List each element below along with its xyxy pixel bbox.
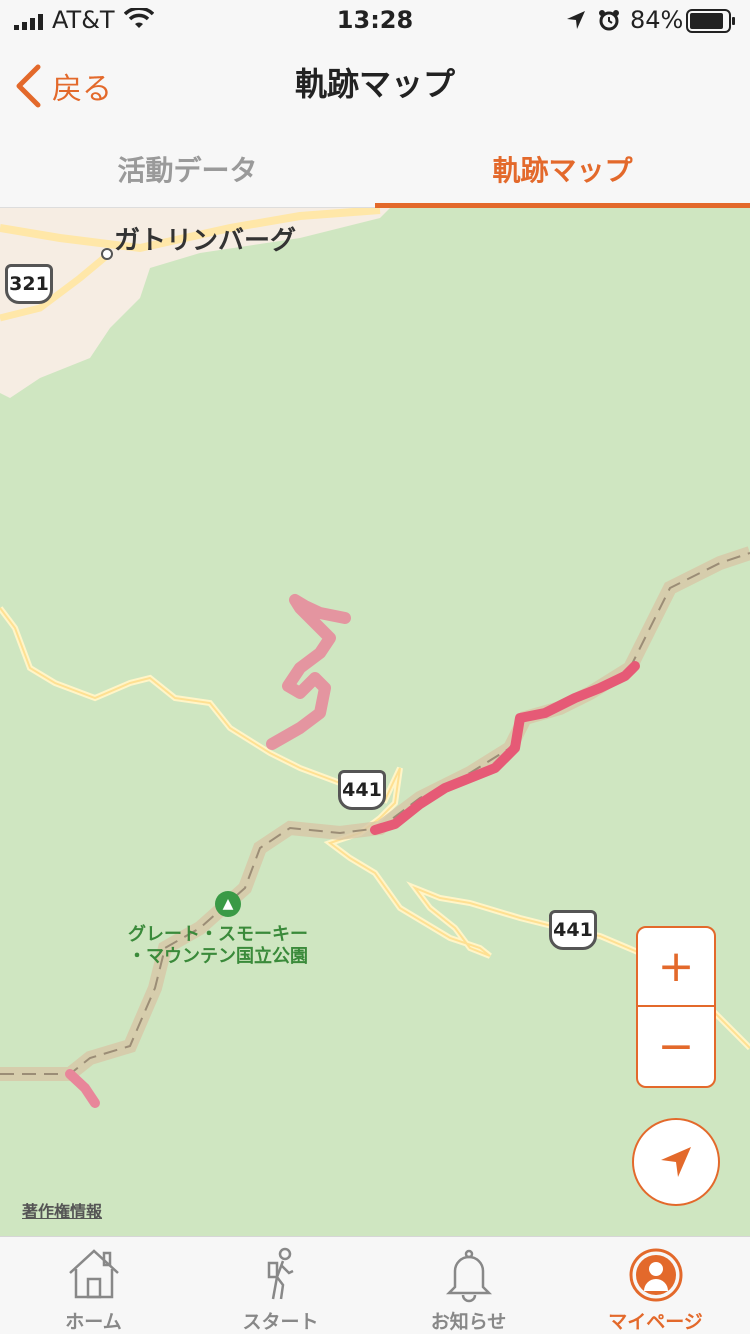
tab-my-page[interactable]: マイページ [562, 1237, 749, 1334]
navigation-arrow-icon [661, 1147, 691, 1177]
zoom-in-button[interactable]: + [638, 928, 714, 1007]
tab-notifications[interactable]: お知らせ [375, 1237, 562, 1334]
navigation-bar: 戻る 軌跡マップ [0, 42, 750, 130]
town-dot [101, 248, 113, 260]
current-location-button[interactable] [632, 1118, 720, 1206]
town-label: ガトリンバーグ [114, 226, 297, 256]
battery-percent: 84% [630, 6, 684, 34]
tab-start[interactable]: スタート [187, 1237, 374, 1334]
battery-icon [686, 9, 735, 33]
tab-label: スタート [242, 1311, 319, 1333]
tab-home[interactable]: ホーム [0, 1237, 187, 1334]
tab-activity-data[interactable]: 活動データ [0, 130, 375, 208]
segment-tabs: 活動データ 軌跡マップ [0, 130, 750, 208]
tab-bar: ホーム スタート お知らせ マイページ [0, 1236, 750, 1334]
zoom-control: + − [636, 926, 716, 1088]
route-shield: 441 [549, 910, 597, 950]
copyright-link[interactable]: 著作権情報 [22, 1198, 102, 1222]
home-icon [68, 1249, 119, 1299]
tab-track-map[interactable]: 軌跡マップ [375, 130, 750, 208]
hiker-icon [267, 1247, 294, 1300]
map-view[interactable]: 321 441 441 ガトリンバーグ ▲ グレート・スモーキー ・マウンテン国… [0, 208, 750, 1236]
alarm-icon [599, 10, 619, 31]
location-arrow-icon [567, 11, 585, 29]
bell-icon [445, 1249, 492, 1303]
route-shield: 321 [5, 264, 53, 304]
page-title: 軌跡マップ [294, 65, 455, 103]
profile-icon [629, 1248, 682, 1302]
zoom-out-button[interactable]: − [638, 1007, 714, 1086]
track [65, 1069, 100, 1108]
tab-label: お知らせ [430, 1311, 507, 1333]
tab-label: マイページ [608, 1311, 703, 1333]
tree-icon: ▲ [215, 891, 241, 917]
track [266, 594, 351, 750]
status-bar: AT&T 13:28 84% [0, 0, 750, 42]
route-shield: 441 [338, 770, 386, 810]
tab-label: ホーム [65, 1311, 122, 1333]
park-label-line2: ・マウンテン国立公園 [128, 946, 308, 967]
